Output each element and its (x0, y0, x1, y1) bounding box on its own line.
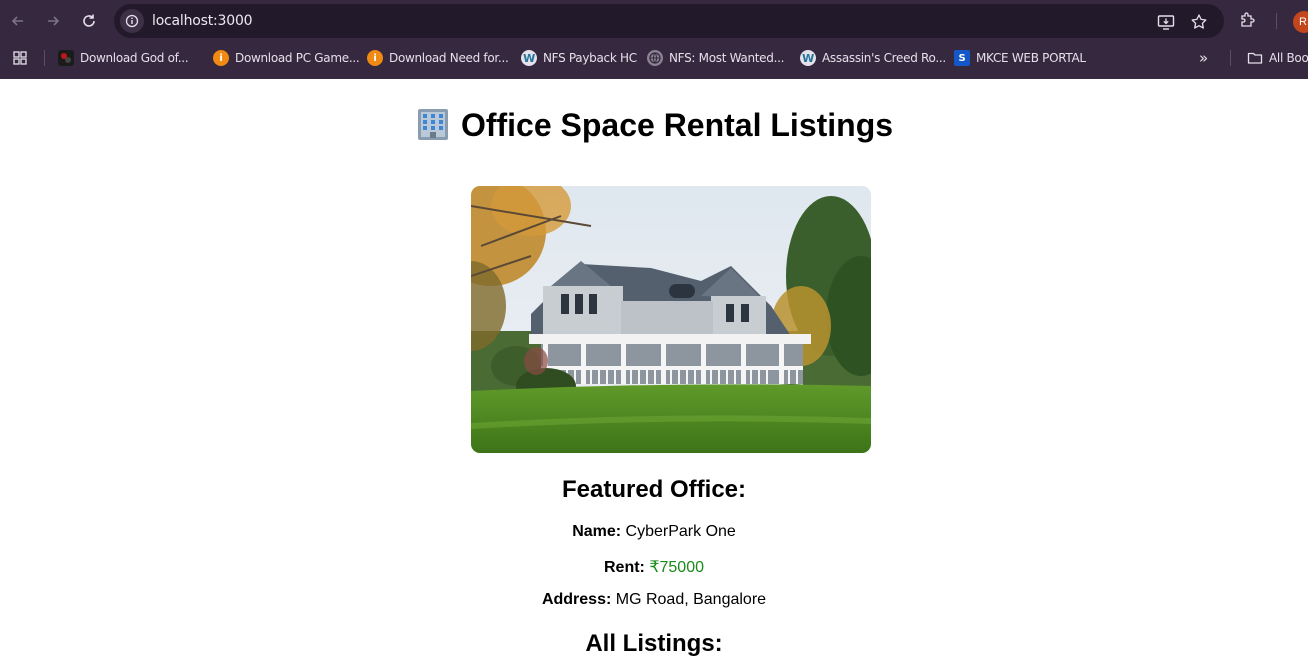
featured-office-image (471, 186, 871, 453)
orange-info-icon: i (367, 50, 383, 66)
page-title-text: Office Space Rental Listings (460, 107, 894, 143)
all-bookmarks-button[interactable]: All Boo (1247, 49, 1308, 67)
featured-name-row: Name: CyberPark One (0, 523, 1308, 541)
all-listings-heading: All Listings: (585, 630, 723, 657)
address-label: Address: (541, 591, 612, 608)
bookmark-label: NFS: Most Wanted... (669, 51, 785, 65)
forward-button[interactable] (41, 9, 65, 33)
featured-address-row: Address: MG Road, Bangalore (0, 591, 1308, 609)
bookmarks-bar: Download God of... i Download PC Game...… (0, 42, 1308, 74)
extensions-puzzle-icon[interactable] (1238, 10, 1258, 30)
back-arrow-icon (11, 16, 23, 26)
name-value: CyberPark One (625, 523, 736, 540)
folder-icon (1247, 52, 1263, 64)
toolbar-divider (1276, 13, 1277, 29)
page-content: Office Space Rental Listings Featured Of… (0, 79, 1308, 668)
apps-grid-button[interactable] (12, 49, 28, 67)
bookmark-label: Download Need for... (389, 51, 509, 65)
rent-value: ₹75000 (649, 559, 704, 576)
bookmark-item[interactable]: i Download Need for... (367, 49, 509, 67)
profile-avatar[interactable]: R (1293, 11, 1308, 33)
forward-arrow-icon (48, 16, 60, 26)
reload-button[interactable] (77, 9, 101, 33)
bookmark-star-icon[interactable] (1190, 13, 1208, 31)
bookmark-label: MKCE WEB PORTAL (976, 51, 1086, 65)
all-bookmarks-label: All Boo (1269, 51, 1308, 65)
browser-chrome: localhost:3000 R Download God of... i Do… (0, 0, 1308, 79)
bookmarks-divider (44, 50, 45, 66)
rent-label: Rent: (603, 559, 645, 576)
bookmark-item[interactable]: W Assassin's Creed Ro... (800, 49, 946, 67)
bookmark-item[interactable]: i Download PC Game... (213, 49, 360, 67)
bookmark-item[interactable]: Download God of... (58, 49, 189, 67)
reload-icon (83, 14, 95, 27)
bookmark-label: Download PC Game... (235, 51, 360, 65)
back-button[interactable] (6, 9, 30, 33)
install-app-icon[interactable] (1157, 13, 1175, 31)
avatar-letter: R (1299, 16, 1307, 28)
url-text[interactable]: localhost:3000 (152, 13, 253, 29)
bookmark-item[interactable]: W NFS Payback HC (521, 49, 637, 67)
page-title: Office Space Rental Listings (0, 107, 1308, 149)
bookmark-label: NFS Payback HC (543, 51, 637, 65)
site-info-icon[interactable] (120, 9, 144, 33)
browser-toolbar: localhost:3000 R (0, 0, 1308, 42)
apps-grid-icon (13, 51, 27, 65)
office-building-icon (415, 107, 451, 149)
bookmarks-divider (1230, 50, 1231, 66)
more-bookmarks-chevron-icon[interactable]: » (1199, 49, 1208, 67)
orange-info-icon: i (213, 50, 229, 66)
name-label: Name: (572, 523, 622, 540)
address-value: MG Road, Bangalore (615, 591, 767, 608)
featured-heading: Featured Office: (561, 476, 747, 503)
address-bar[interactable]: localhost:3000 (114, 4, 1224, 38)
bookmark-item[interactable]: S MKCE WEB PORTAL (954, 49, 1086, 67)
wordpress-icon: W (521, 50, 537, 66)
globe-icon (647, 50, 663, 66)
god-of-war-icon (58, 50, 74, 66)
s-logo-icon: S (954, 50, 970, 66)
house-photo (471, 186, 871, 453)
bookmark-label: Assassin's Creed Ro... (822, 51, 946, 65)
bookmark-label: Download God of... (80, 51, 189, 65)
featured-rent-row: Rent: ₹75000 (0, 557, 1308, 577)
wordpress-icon: W (800, 50, 816, 66)
bookmark-item[interactable]: NFS: Most Wanted... (647, 49, 784, 67)
